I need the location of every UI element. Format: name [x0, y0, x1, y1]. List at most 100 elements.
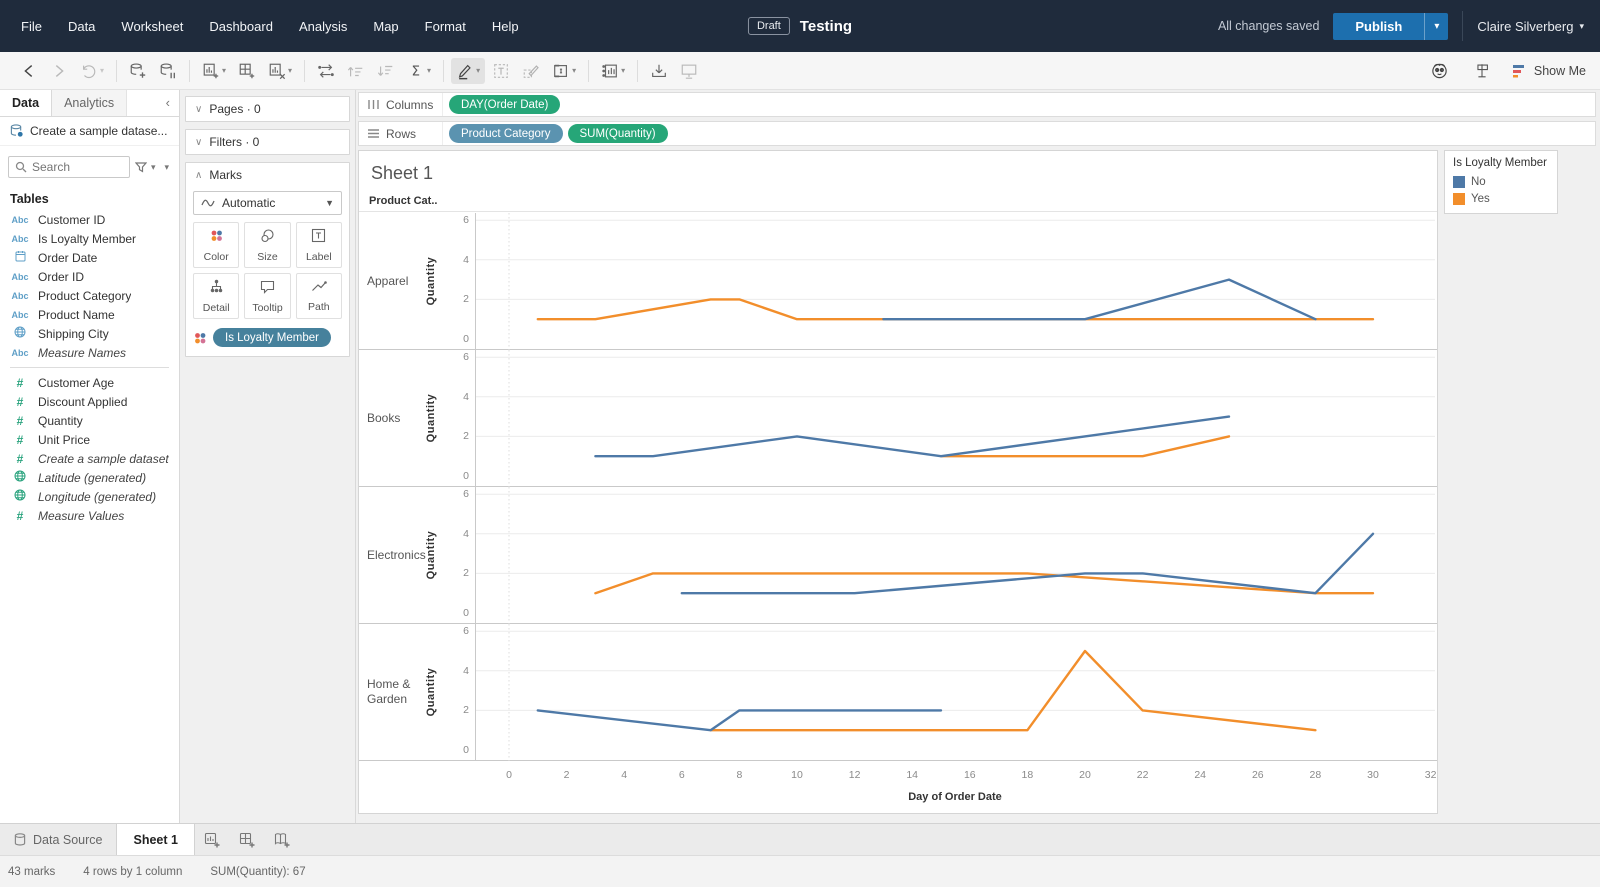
- menu-map[interactable]: Map: [362, 13, 409, 40]
- line-books-yes[interactable]: [941, 436, 1229, 456]
- mark-type-dropdown[interactable]: Automatic ▼: [193, 191, 342, 215]
- pause-auto-updates-button[interactable]: [154, 58, 182, 84]
- field-discount-applied[interactable]: #Discount Applied: [0, 392, 179, 411]
- filters-card[interactable]: ∨ Filters · 0: [185, 129, 350, 155]
- detail-button[interactable]: Detail: [193, 273, 239, 319]
- x-axis[interactable]: 02468101214161820222426283032: [359, 761, 1437, 789]
- color-button[interactable]: Color: [193, 222, 239, 268]
- line-home-garden-no[interactable]: [538, 710, 941, 730]
- field-order-id[interactable]: AbcOrder ID: [0, 267, 179, 286]
- clear-sheet-button[interactable]: ▾: [263, 58, 297, 84]
- tab-analytics[interactable]: Analytics: [52, 90, 127, 116]
- path-button[interactable]: Path: [296, 273, 342, 319]
- field-order-date[interactable]: Order Date: [0, 248, 179, 267]
- plot-area-electronics[interactable]: [475, 487, 1435, 624]
- pill-product-category[interactable]: Product Category: [449, 124, 563, 143]
- new-dashboard-button[interactable]: [230, 824, 265, 855]
- field-product-category[interactable]: AbcProduct Category: [0, 286, 179, 305]
- pill-day-order-date[interactable]: DAY(Order Date): [449, 95, 560, 114]
- new-worksheet-button[interactable]: [195, 824, 230, 855]
- search-input[interactable]: [32, 160, 102, 174]
- menu-data[interactable]: Data: [57, 13, 106, 40]
- size-button[interactable]: Size: [244, 222, 290, 268]
- color-legend[interactable]: Is Loyalty Member NoYes: [1444, 150, 1558, 214]
- sort-descending-button[interactable]: [372, 58, 400, 84]
- sheet1-tab[interactable]: Sheet 1: [116, 824, 194, 855]
- einstein-assistant-button[interactable]: [1425, 57, 1454, 84]
- tooltip-button[interactable]: Tooltip: [244, 273, 290, 319]
- field-quantity[interactable]: #Quantity: [0, 411, 179, 430]
- plot-area-books[interactable]: [475, 350, 1435, 487]
- pill-sum-quantity[interactable]: SUM(Quantity): [568, 124, 668, 143]
- undo-button[interactable]: [15, 58, 43, 84]
- line-electronics-no[interactable]: [682, 534, 1373, 593]
- filter-fields-button[interactable]: ▾: [135, 160, 158, 175]
- field-shipping-city[interactable]: Shipping City: [0, 324, 179, 343]
- field-unit-price[interactable]: #Unit Price: [0, 430, 179, 449]
- totals-button[interactable]: Σ▾: [402, 58, 436, 84]
- swap-rows-columns-button[interactable]: [312, 58, 340, 84]
- show-mark-labels-button[interactable]: [487, 58, 515, 84]
- redo-button[interactable]: [45, 58, 73, 84]
- marks-count: 43 marks: [8, 866, 55, 878]
- show-me-cells-button[interactable]: ▾: [596, 58, 630, 84]
- field-customer-id[interactable]: AbcCustomer ID: [0, 210, 179, 229]
- replay-button[interactable]: ▾: [75, 58, 109, 84]
- row-field-header[interactable]: Product Cat..: [369, 195, 437, 207]
- download-button[interactable]: [645, 58, 673, 84]
- edit-annotation-button[interactable]: [517, 58, 545, 84]
- y-tick-label: 2: [447, 293, 469, 305]
- y-tick-label: 2: [447, 567, 469, 579]
- row-header-home-garden[interactable]: Home & Garden: [367, 624, 433, 760]
- fit-button[interactable]: ▾: [547, 58, 581, 84]
- plot-area-apparel[interactable]: [475, 213, 1435, 350]
- field-measure-names[interactable]: AbcMeasure Names: [0, 343, 179, 362]
- new-data-source-button[interactable]: [124, 58, 152, 84]
- presentation-mode-button[interactable]: [675, 58, 703, 84]
- sort-ascending-button[interactable]: [342, 58, 370, 84]
- field-product-name[interactable]: AbcProduct Name: [0, 305, 179, 324]
- menu-file[interactable]: File: [10, 13, 53, 40]
- field-measure-values[interactable]: #Measure Values: [0, 506, 179, 525]
- collapse-pane-button[interactable]: ‹: [157, 90, 179, 116]
- publish-button[interactable]: Publish: [1333, 13, 1424, 40]
- field-is-loyalty-member[interactable]: AbcIs Loyalty Member: [0, 229, 179, 248]
- columns-shelf[interactable]: Columns DAY(Order Date): [358, 92, 1596, 117]
- field-create-a-sample-dataset[interactable]: #Create a sample dataset...: [0, 449, 179, 468]
- highlight-button[interactable]: ▾: [451, 58, 485, 84]
- new-worksheet-button[interactable]: ▾: [197, 58, 231, 84]
- menu-analysis[interactable]: Analysis: [288, 13, 358, 40]
- legend-item-yes[interactable]: Yes: [1453, 190, 1549, 207]
- field-latitude-generated[interactable]: Latitude (generated): [0, 468, 179, 487]
- tab-data[interactable]: Data: [0, 90, 52, 116]
- row-header-electronics[interactable]: Electronics: [367, 487, 433, 623]
- publish-dropdown[interactable]: ▾: [1424, 13, 1448, 40]
- duplicate-sheet-button[interactable]: [233, 58, 261, 84]
- field-longitude-generated[interactable]: Longitude (generated): [0, 487, 179, 506]
- presentation-flag-button[interactable]: [1468, 57, 1496, 84]
- new-story-button[interactable]: [265, 824, 300, 855]
- line-apparel-yes[interactable]: [538, 299, 1373, 319]
- field-customer-age[interactable]: #Customer Age: [0, 373, 179, 392]
- menu-format[interactable]: Format: [414, 13, 477, 40]
- pages-card[interactable]: ∨ Pages · 0: [185, 96, 350, 122]
- menu-worksheet[interactable]: Worksheet: [110, 13, 194, 40]
- create-sample-dataset-link[interactable]: Create a sample datase...: [0, 117, 179, 146]
- menu-dashboard[interactable]: Dashboard: [198, 13, 284, 40]
- legend-item-no[interactable]: No: [1453, 173, 1549, 190]
- color-pill[interactable]: Is Loyalty Member: [213, 328, 331, 347]
- field-list-options-button[interactable]: ▾: [162, 160, 171, 175]
- user-menu[interactable]: Claire Silverberg ▾: [1477, 19, 1584, 34]
- show-me-button[interactable]: Show Me: [1512, 64, 1586, 78]
- plot-area-home-garden[interactable]: [475, 624, 1435, 761]
- menu-help[interactable]: Help: [481, 13, 530, 40]
- line-electronics-yes[interactable]: [595, 573, 1373, 593]
- row-header-books[interactable]: Books: [367, 350, 433, 486]
- line-home-garden-yes[interactable]: [711, 651, 1316, 730]
- data-source-tab[interactable]: Data Source: [0, 824, 116, 855]
- worksheet-view: Sheet 1 Product Cat.. ApparelQuantity024…: [358, 150, 1438, 814]
- search-box[interactable]: [8, 156, 130, 178]
- label-button[interactable]: Label: [296, 222, 342, 268]
- row-header-apparel[interactable]: Apparel: [367, 213, 433, 349]
- rows-shelf[interactable]: Rows Product CategorySUM(Quantity): [358, 121, 1596, 146]
